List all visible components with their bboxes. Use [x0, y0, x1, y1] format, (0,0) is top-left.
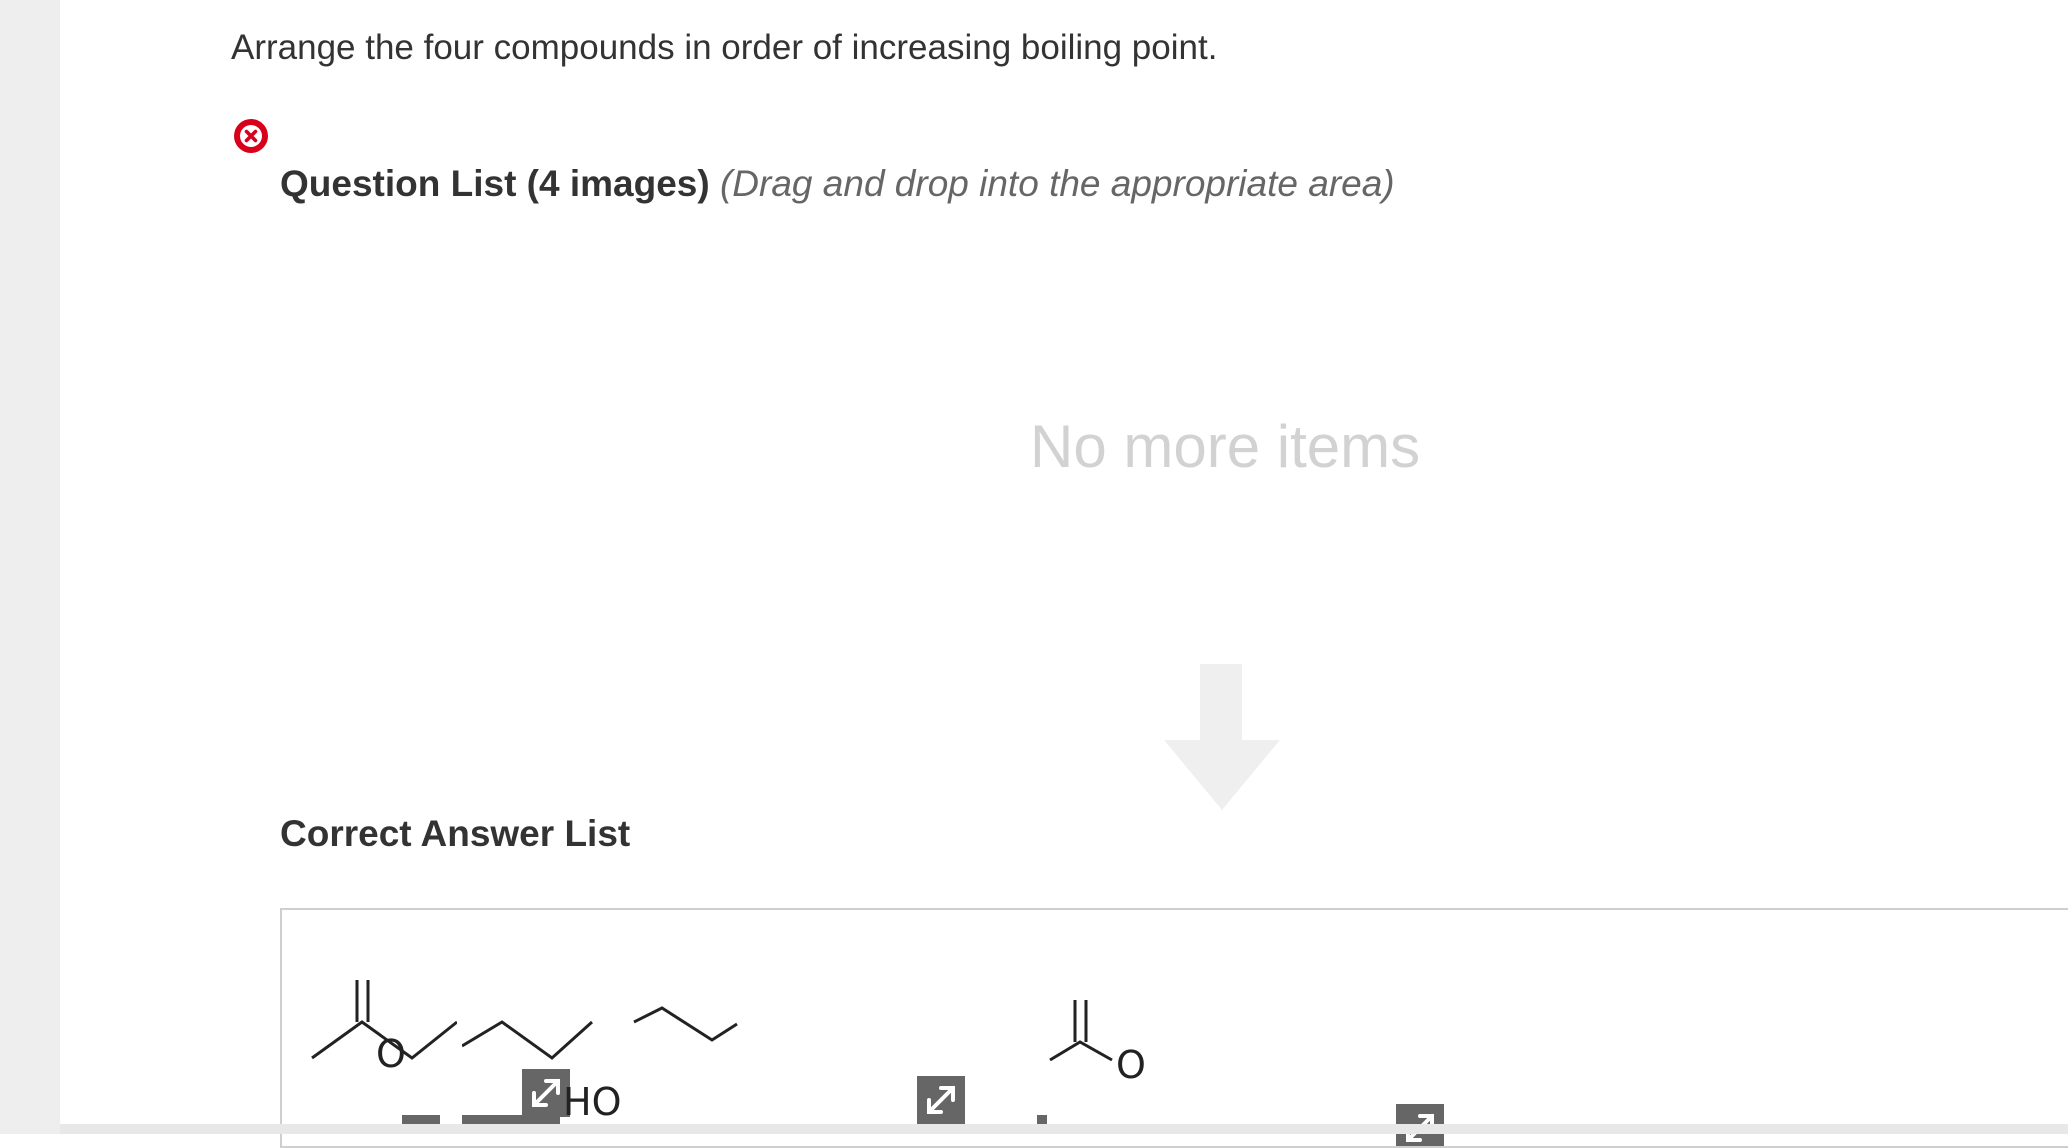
question-list-title: Question List (4 images) [280, 163, 710, 204]
correct-answer-list-title: Correct Answer List [280, 813, 631, 854]
answer-item-ketone[interactable]: O [282, 910, 570, 1146]
atom-label-oxygen: O [376, 1032, 406, 1076]
atom-label-oxygen: O [1116, 1043, 1146, 1087]
question-list-heading: Question List (4 images) (Drag and drop … [280, 163, 1395, 205]
empty-list-message: No more items [1030, 413, 1421, 480]
question-list-hint: (Drag and drop into the appropriate area… [719, 163, 1395, 204]
correct-answer-list-dropzone[interactable]: O HO O [280, 908, 2068, 1148]
atom-label-hydroxyl: HO [563, 1080, 622, 1124]
answer-item-alcohol[interactable]: HO [462, 910, 965, 1146]
down-arrow-icon [1164, 664, 1280, 810]
ketone-structure [311, 980, 457, 1129]
left-gutter [0, 0, 60, 1134]
error-x-icon [234, 119, 268, 153]
carbonyl-structure [1037, 1000, 1113, 1129]
answer-item-carbonyl[interactable]: O [782, 910, 1444, 1146]
bottom-scroll-strip [60, 1124, 2068, 1134]
alcohol-structure [462, 1006, 738, 1129]
question-prompt: Arrange the four compounds in order of i… [231, 28, 1218, 67]
